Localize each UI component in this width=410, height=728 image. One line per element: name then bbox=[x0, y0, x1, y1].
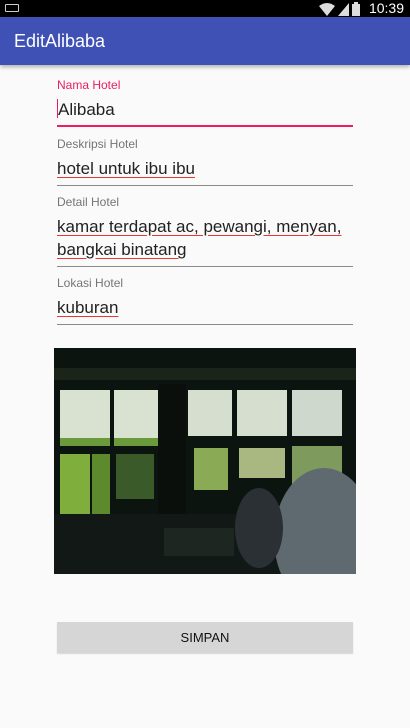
nama-hotel-field[interactable]: Nama Hotel Alibaba bbox=[57, 78, 353, 127]
lokasi-hotel-field[interactable]: Lokasi Hotel kuburan bbox=[57, 276, 353, 325]
deskripsi-hotel-label: Deskripsi Hotel bbox=[57, 137, 138, 151]
battery-icon bbox=[352, 2, 360, 16]
status-time: 10:39 bbox=[368, 0, 404, 16]
deskripsi-hotel-input[interactable]: hotel untuk ibu ibu bbox=[57, 152, 353, 186]
app-title: EditAlibaba bbox=[14, 31, 106, 51]
hotel-photo[interactable] bbox=[54, 348, 356, 574]
detail-hotel-input[interactable]: kamar terdapat ac, pewangi, menyan, bang… bbox=[57, 210, 353, 267]
hotel-photo-image bbox=[54, 348, 356, 574]
nama-hotel-value: Alibaba bbox=[58, 100, 115, 119]
detail-hotel-value: kamar terdapat ac, pewangi, menyan, bang… bbox=[57, 217, 342, 259]
deskripsi-hotel-field[interactable]: Deskripsi Hotel hotel untuk ibu ibu bbox=[57, 137, 353, 186]
lokasi-hotel-label: Lokasi Hotel bbox=[57, 276, 124, 290]
detail-hotel-label: Detail Hotel bbox=[57, 195, 120, 209]
lokasi-hotel-value: kuburan bbox=[57, 298, 119, 317]
deskripsi-hotel-value: hotel untuk ibu ibu bbox=[57, 159, 195, 178]
detail-hotel-field[interactable]: Detail Hotel kamar terdapat ac, pewangi,… bbox=[57, 195, 353, 267]
nama-hotel-input[interactable]: Alibaba bbox=[57, 93, 353, 127]
notification-icon bbox=[5, 4, 19, 12]
wifi-icon bbox=[319, 3, 335, 16]
status-bar: 10:39 bbox=[0, 0, 410, 17]
simpan-button[interactable]: SIMPAN bbox=[57, 622, 353, 653]
status-icons bbox=[319, 1, 360, 16]
app-bar: EditAlibaba bbox=[0, 17, 410, 65]
lokasi-hotel-input[interactable]: kuburan bbox=[57, 291, 353, 325]
edit-hotel-form: Nama Hotel Alibaba Deskripsi Hotel hotel… bbox=[57, 78, 353, 325]
signal-icon bbox=[338, 3, 349, 16]
nama-hotel-label: Nama Hotel bbox=[57, 78, 121, 92]
